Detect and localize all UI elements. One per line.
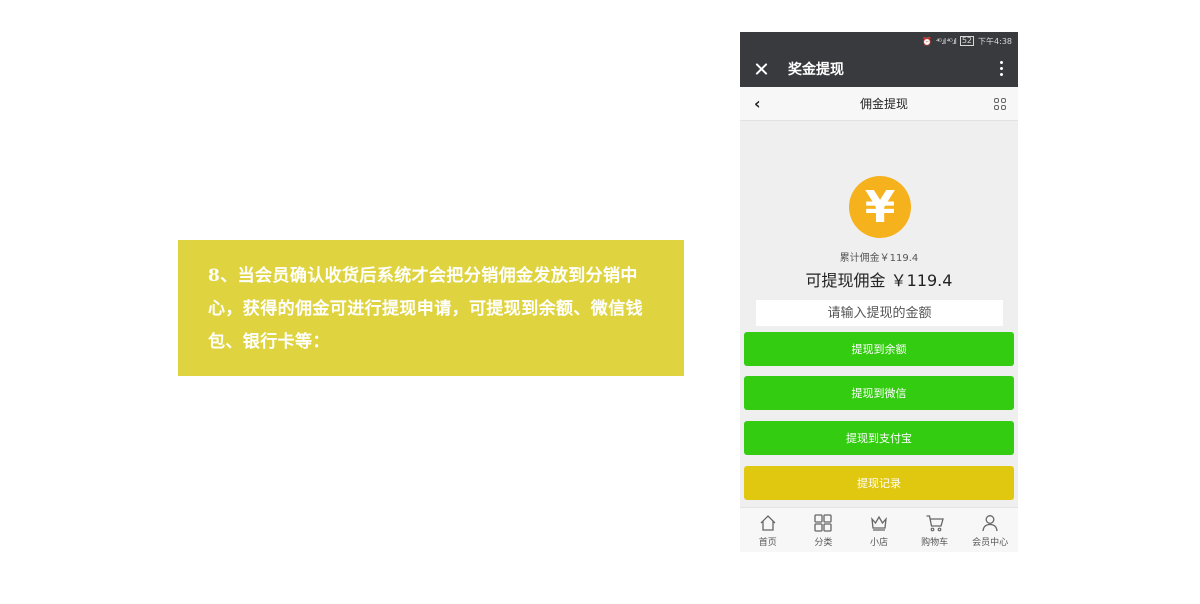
tab-category[interactable]: 分类 bbox=[796, 508, 852, 552]
tab-member-center-label: 会员中心 bbox=[972, 537, 1009, 548]
tab-home-label: 首页 bbox=[758, 537, 777, 548]
total-commission: 累计佣金￥119.4 bbox=[839, 253, 919, 264]
page-title: 佣金提现 bbox=[859, 97, 908, 111]
tab-category-label: 分类 bbox=[814, 537, 833, 548]
caption-text: 8、当会员确认收货后系统才会把分销佣金发放到分销中心，获得的佣金可进行提现申请，… bbox=[208, 266, 643, 352]
tab-shop[interactable]: 小店 bbox=[851, 508, 907, 552]
alarm-icon: ⏰ bbox=[922, 36, 933, 46]
phone-screen: ⏰ ⁴ᴳ.ıl ⁴ᴳ.ıl 52 下午4:38 奖金提现 ‹ 佣金提现 ¥ 累计… bbox=[740, 32, 1018, 552]
more-menu-icon[interactable] bbox=[996, 61, 1006, 76]
status-time: 下午4:38 bbox=[978, 36, 1012, 46]
tab-home[interactable]: 首页 bbox=[740, 508, 796, 552]
home-icon bbox=[760, 514, 776, 531]
yuan-coin-icon: ¥ bbox=[849, 176, 911, 238]
back-icon[interactable]: ‹ bbox=[754, 94, 774, 113]
withdraw-content: ¥ 累计佣金￥119.4 可提现佣金 ￥119.4 提现到余额 提现到微信 提现… bbox=[740, 121, 1018, 506]
tab-cart-label: 购物车 bbox=[921, 537, 949, 548]
amount-input[interactable] bbox=[756, 300, 1003, 326]
caption-card: 8、当会员确认收货后系统才会把分销佣金发放到分销中心，获得的佣金可进行提现申请，… bbox=[178, 240, 684, 376]
tab-member-center[interactable]: 会员中心 bbox=[962, 508, 1018, 552]
crown-icon bbox=[871, 515, 887, 531]
status-bar: ⏰ ⁴ᴳ.ıl ⁴ᴳ.ıl 52 下午4:38 bbox=[740, 32, 1018, 50]
close-icon[interactable] bbox=[752, 59, 772, 79]
cart-icon bbox=[926, 514, 944, 531]
withdraw-to-balance-button[interactable]: 提现到余额 bbox=[744, 332, 1014, 366]
bottom-tab-bar: 首页 分类 小店 购物车 会员中心 bbox=[740, 507, 1018, 552]
tab-shop-label: 小店 bbox=[869, 537, 888, 548]
withdraw-records-button[interactable]: 提现记录 bbox=[744, 466, 1014, 500]
title-bar: 奖金提现 bbox=[740, 50, 1018, 87]
signal-icon: ⁴ᴳ.ıl ⁴ᴳ.ıl bbox=[936, 36, 957, 46]
nav-bar: ‹ 佣金提现 bbox=[740, 87, 1018, 121]
user-icon bbox=[982, 514, 998, 531]
withdraw-to-wechat-button[interactable]: 提现到微信 bbox=[744, 376, 1014, 410]
window-title: 奖金提现 bbox=[788, 61, 844, 78]
tab-cart[interactable]: 购物车 bbox=[907, 508, 963, 552]
battery-icon: 52 bbox=[959, 36, 975, 46]
category-grid-icon bbox=[814, 513, 833, 532]
withdraw-to-alipay-button[interactable]: 提现到支付宝 bbox=[744, 421, 1014, 455]
available-commission: 可提现佣金 ￥119.4 bbox=[805, 271, 953, 290]
grid-menu-icon[interactable] bbox=[993, 97, 1006, 110]
